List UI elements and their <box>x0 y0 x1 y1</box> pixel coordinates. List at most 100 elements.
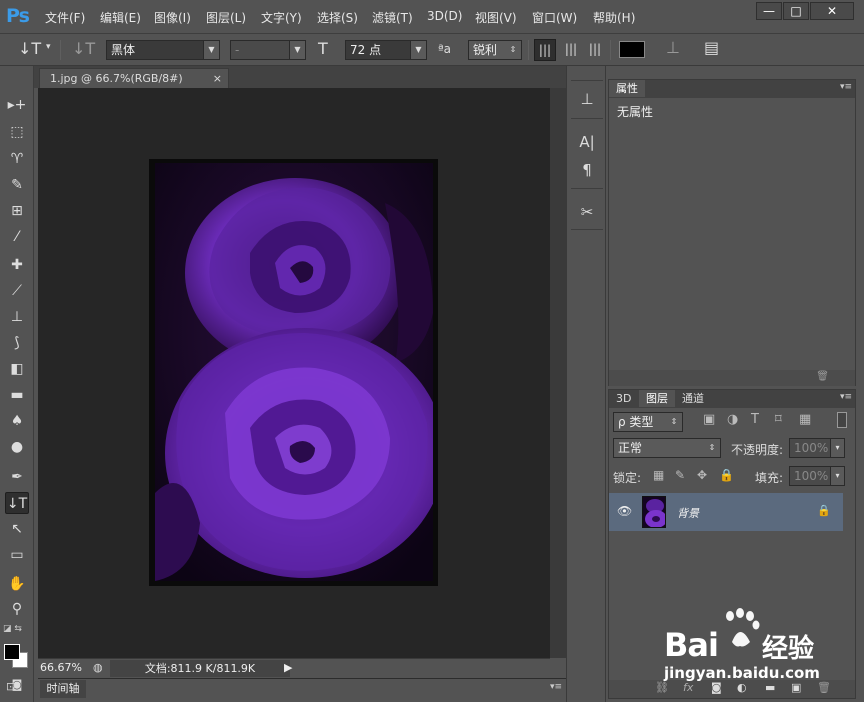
panel-menu-icon[interactable]: ▾≡ <box>550 682 562 692</box>
eraser-tool-icon[interactable]: ◧ <box>5 358 29 380</box>
crop-tool-icon[interactable]: ⊞ <box>5 200 29 222</box>
move-tool-icon[interactable]: ▸+ <box>5 94 29 116</box>
warp-text-icon[interactable]: ⊥ <box>666 38 680 57</box>
opacity-value: 100% <box>794 441 829 455</box>
zoom-tool-icon[interactable]: ⚲ <box>5 598 29 620</box>
align-center-icon[interactable]: ||| <box>560 39 582 61</box>
default-colors-icon[interactable]: ◪ ⇆ <box>3 624 22 634</box>
tab-properties[interactable]: 属性 <box>609 80 645 97</box>
visibility-eye-icon[interactable]: 👁 <box>617 504 632 518</box>
rectangle-tool-icon[interactable]: ▭ <box>5 544 29 566</box>
menu-edit[interactable]: 编辑(E) <box>100 9 141 26</box>
hand-tool-icon[interactable]: ✋ <box>5 573 29 595</box>
font-style-select[interactable]: - ▼ <box>230 40 306 60</box>
layer-row-background[interactable]: 👁 背景 🔒 <box>609 493 843 531</box>
chevron-down-icon: ▾ <box>830 467 844 485</box>
screen-mode-icon[interactable]: ⊡ <box>6 680 15 693</box>
foreground-color-swatch[interactable] <box>4 644 20 660</box>
eyedropper-tool-icon[interactable]: ⁄ <box>5 226 29 248</box>
filter-pixel-icon[interactable]: ▣ <box>703 412 715 427</box>
paragraph-panel-icon[interactable]: ¶ <box>576 159 598 181</box>
document-title: 1.jpg @ 66.7%(RGB/8#) <box>50 72 183 85</box>
character-panel-icon[interactable]: A| <box>576 131 598 153</box>
menu-3d[interactable]: 3D(D) <box>427 9 462 23</box>
tab-layers[interactable]: 图层 <box>639 390 675 407</box>
zoom-level[interactable]: 66.67% <box>40 661 82 674</box>
lock-all-icon[interactable]: 🔒 <box>719 468 734 482</box>
blur-tool-icon[interactable]: ♠ <box>5 410 29 432</box>
align-right-icon[interactable]: ||| <box>584 39 606 61</box>
maximize-button[interactable]: □ <box>783 2 809 20</box>
lock-transparent-icon[interactable]: ▦ <box>653 468 664 482</box>
menu-file[interactable]: 文件(F) <box>45 9 85 26</box>
tool-presets-icon[interactable]: ✂ <box>576 201 598 223</box>
opacity-input[interactable]: 100% ▾ <box>789 438 845 458</box>
dodge-tool-icon[interactable]: ● <box>5 436 29 458</box>
menu-filter[interactable]: 滤镜(T) <box>372 9 413 26</box>
chevron-updown-icon: ⇕ <box>666 413 682 431</box>
tab-channels[interactable]: 通道 <box>675 390 711 407</box>
filter-adjustment-icon[interactable]: ◑ <box>727 412 738 427</box>
antialias-icon: ªa <box>438 42 452 56</box>
menu-help[interactable]: 帮助(H) <box>593 9 635 26</box>
filter-shape-icon[interactable]: ⌑ <box>775 412 782 427</box>
text-color-swatch[interactable] <box>619 41 645 58</box>
close-button[interactable]: ✕ <box>810 2 854 20</box>
document-tab[interactable]: 1.jpg @ 66.7%(RGB/8#) × <box>39 68 229 88</box>
history-panel-icon[interactable]: ⊥ <box>576 88 598 110</box>
menu-type[interactable]: 文字(Y) <box>261 9 302 26</box>
divider <box>571 188 603 189</box>
preset-dropdown-icon[interactable]: ▾ <box>46 42 51 52</box>
lock-label: 锁定: <box>613 471 642 485</box>
quick-select-tool-icon[interactable]: ✎ <box>5 174 29 196</box>
font-size-select[interactable]: 72 点 ▼ <box>345 40 427 60</box>
pen-tool-icon[interactable]: ✒ <box>5 466 29 488</box>
clone-stamp-icon[interactable]: ⊥ <box>5 306 29 328</box>
history-brush-icon[interactable]: ⟆ <box>5 332 29 354</box>
align-left-icon[interactable]: ||| <box>534 39 556 61</box>
brush-tool-icon[interactable]: ⟋ <box>5 280 29 302</box>
lock-position-icon[interactable]: ✥ <box>697 468 707 482</box>
tab-3d[interactable]: 3D <box>609 390 638 407</box>
menu-select[interactable]: 选择(S) <box>317 9 358 26</box>
lock-image-icon[interactable]: ✎ <box>675 468 685 482</box>
filter-toggle-switch[interactable] <box>837 412 847 428</box>
fill-input[interactable]: 100% ▾ <box>789 466 845 486</box>
toggle-orientation-icon[interactable]: ↓T <box>72 39 95 58</box>
timeline-tab[interactable]: 时间轴 <box>40 680 86 698</box>
close-tab-icon[interactable]: × <box>213 69 222 89</box>
type-tool-icon[interactable]: ↓T <box>5 492 29 514</box>
status-preview-icon[interactable]: ◍ <box>93 661 103 674</box>
minimize-button[interactable]: — <box>756 2 782 20</box>
layer-name[interactable]: 背景 <box>677 505 699 521</box>
antialias-select[interactable]: 锐利 ⇕ <box>468 40 522 60</box>
lasso-tool-icon[interactable]: ♈ <box>5 148 29 170</box>
vertical-scrollbar[interactable] <box>550 88 566 658</box>
filter-smart-object-icon[interactable]: ▦ <box>799 412 811 427</box>
marquee-tool-icon[interactable]: ⬚ <box>5 121 29 143</box>
healing-brush-icon[interactable]: ✚ <box>5 254 29 276</box>
blend-mode-select[interactable]: 正常 ⇕ <box>613 438 721 458</box>
rose-photo <box>155 163 433 581</box>
character-panel-icon[interactable]: ▤ <box>704 38 719 57</box>
options-bar: ↓T ▾ ↓T 黑体 ▼ - ▼ T 72 点 ▼ ªa 锐利 ⇕ ||| ||… <box>0 34 864 66</box>
status-menu-arrow-icon[interactable]: ▶ <box>284 661 292 674</box>
blend-mode-value: 正常 <box>618 441 643 455</box>
filter-type-icon[interactable]: T <box>751 412 759 427</box>
menu-window[interactable]: 窗口(W) <box>532 9 577 26</box>
panel-menu-icon[interactable]: ▾≡ <box>840 392 852 402</box>
path-select-icon[interactable]: ↖ <box>5 518 29 540</box>
menu-layer[interactable]: 图层(L) <box>206 9 246 26</box>
font-size-value: 72 点 <box>350 43 382 57</box>
layers-header: 3D 图层 通道 ▾≡ <box>609 390 855 408</box>
type-tool-preset-icon[interactable]: ↓T <box>18 39 41 58</box>
menu-image[interactable]: 图像(I) <box>154 9 191 26</box>
menu-view[interactable]: 视图(V) <box>475 9 517 26</box>
panel-menu-icon[interactable]: ▾≡ <box>840 82 852 92</box>
layer-filter-select[interactable]: ρ 类型 ⇕ <box>613 412 683 432</box>
properties-header: 属性 ▾≡ <box>609 80 855 98</box>
gradient-tool-icon[interactable]: ▬ <box>5 384 29 406</box>
trash-icon[interactable]: 🗑 <box>816 371 829 382</box>
font-family-select[interactable]: 黑体 ▼ <box>106 40 220 60</box>
layer-filter-value: ρ 类型 <box>618 415 654 429</box>
